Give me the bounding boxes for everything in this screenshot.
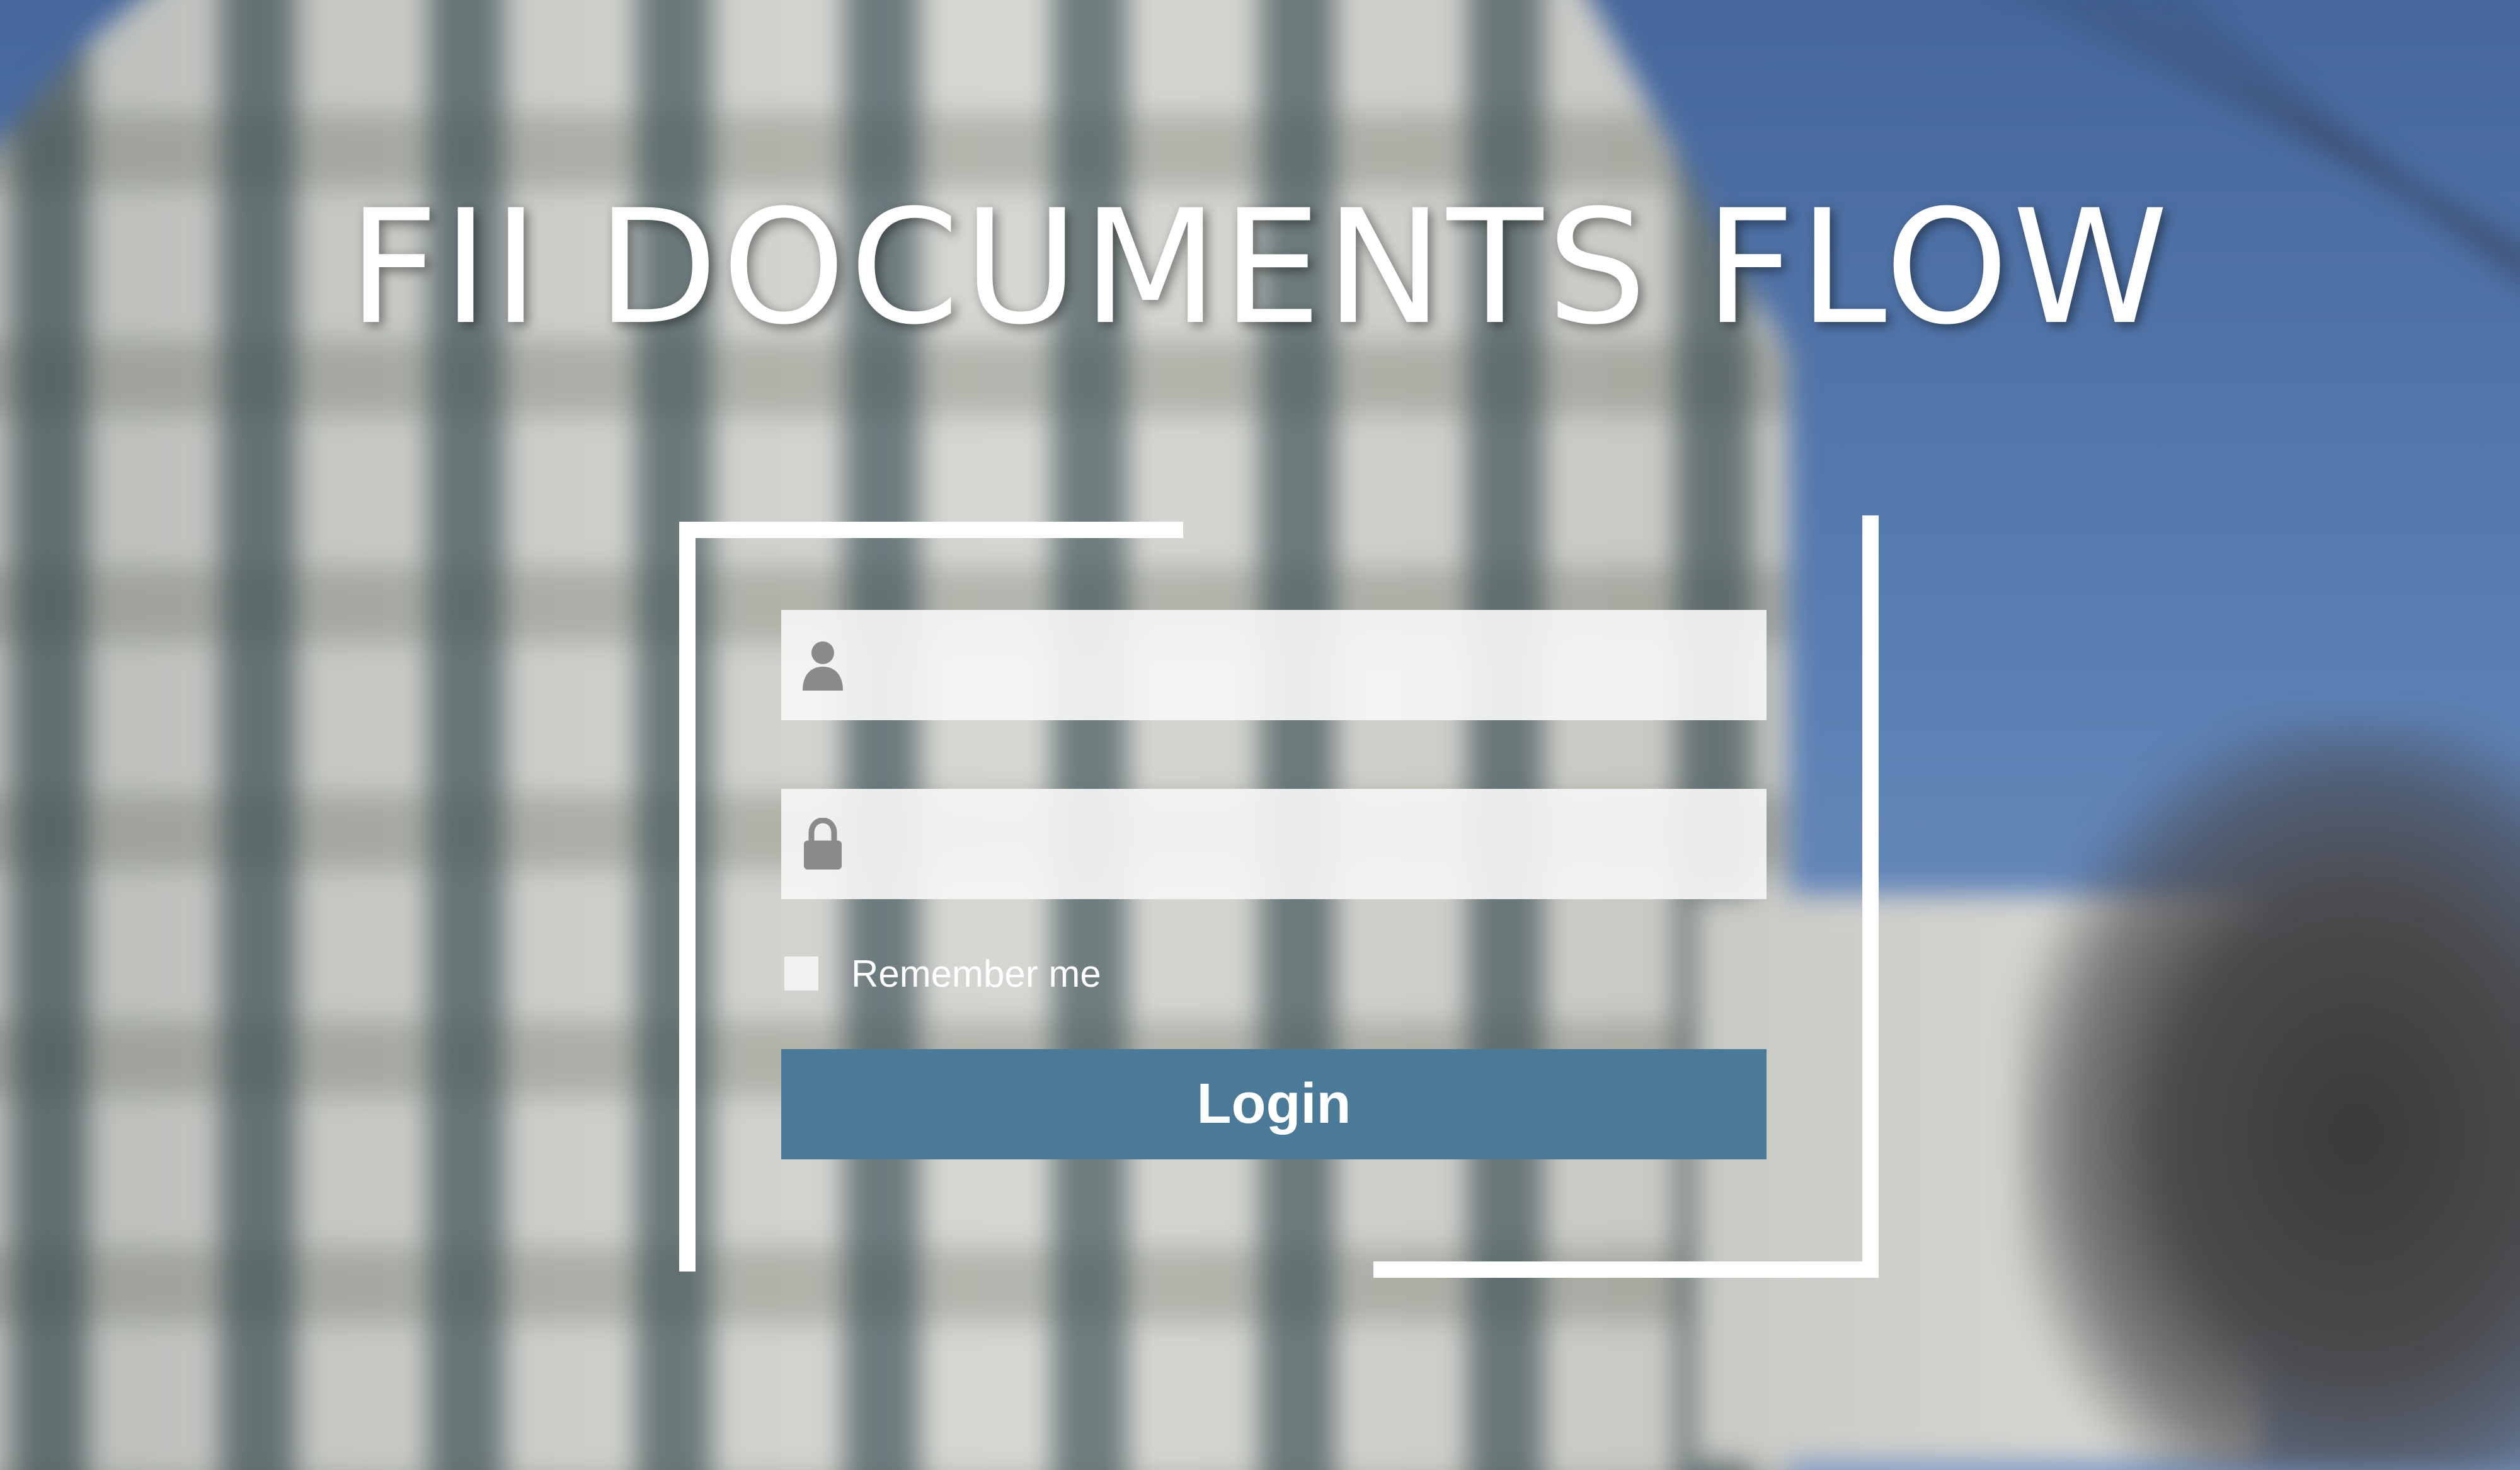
- username-field[interactable]: [781, 610, 1767, 720]
- username-input[interactable]: [863, 610, 1745, 720]
- remember-me-checkbox[interactable]: [784, 956, 818, 991]
- trees: [2016, 718, 2520, 1470]
- page-title: FII DOCUMENTS FLOW: [348, 176, 2172, 359]
- frame-bottom-segment: [1373, 1261, 1879, 1278]
- login-button[interactable]: Login: [781, 1049, 1767, 1159]
- remember-me[interactable]: Remember me: [784, 953, 1101, 995]
- frame-right-segment: [1862, 515, 1879, 1278]
- frame-left-segment: [679, 522, 696, 1272]
- remember-me-label: Remember me: [851, 952, 1101, 995]
- password-input[interactable]: [863, 789, 1745, 899]
- frame-top-segment: [679, 522, 1183, 538]
- password-field[interactable]: [781, 789, 1767, 899]
- user-icon: [801, 639, 844, 692]
- lock-icon: [801, 817, 844, 871]
